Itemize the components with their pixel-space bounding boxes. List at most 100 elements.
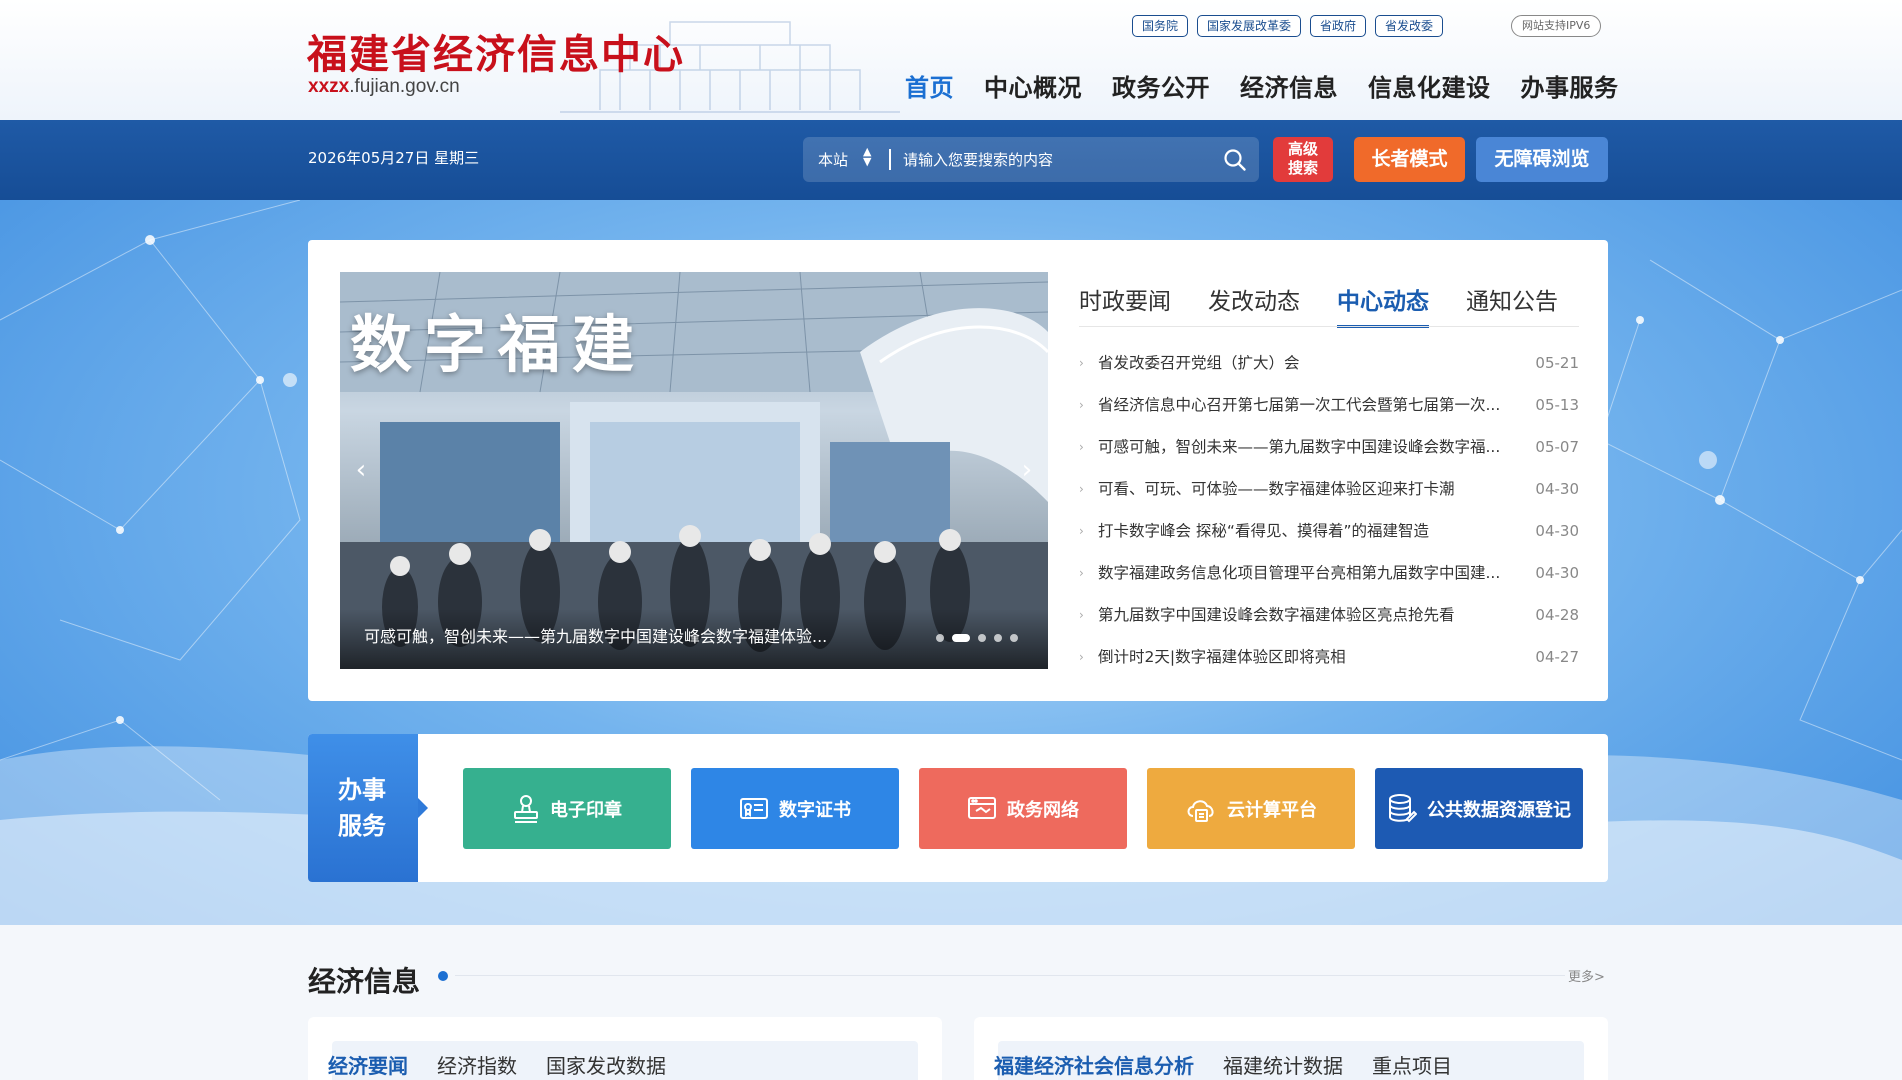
news-date: 04-30: [1535, 480, 1579, 498]
tab-econ-news[interactable]: 经济要闻: [328, 1050, 408, 1079]
nav-home[interactable]: 首页: [905, 68, 954, 103]
quicklink-state-council[interactable]: 国务院: [1132, 15, 1189, 37]
news-date: 04-28: [1535, 606, 1579, 624]
section-divider: [455, 975, 1565, 976]
carousel-dot[interactable]: [994, 634, 1002, 642]
tab-fujian-statistics[interactable]: 福建统计数据: [1223, 1050, 1343, 1079]
chevron-right-icon: ›: [1079, 650, 1084, 664]
news-card: 数字福建 ‹ › 可感可触，智创未来——第九届数字中国建设峰会数字福建体验...…: [308, 240, 1608, 701]
main-nav: 首页 中心概况 政务公开 经济信息 信息化建设 办事服务: [905, 68, 1619, 103]
e-seal-button[interactable]: 电子印章: [463, 768, 671, 849]
nav-services[interactable]: 办事服务: [1521, 68, 1619, 103]
site-domain: xxzx.fujian.gov.cn: [308, 76, 460, 98]
news-title[interactable]: 倒计时2天|数字福建体验区即将亮相: [1098, 636, 1516, 678]
news-title[interactable]: 可看、可玩、可体验——数字福建体验区迎来打卡潮: [1098, 468, 1516, 510]
news-item[interactable]: › 可感可触，智创未来——第九届数字中国建设峰会数字福... 05-07: [1079, 426, 1579, 468]
news-item[interactable]: › 倒计时2天|数字福建体验区即将亮相 04-27: [1079, 636, 1579, 678]
tab-politics-news[interactable]: 时政要闻: [1079, 282, 1171, 328]
quicklink-ndrc[interactable]: 国家发展改革委: [1197, 15, 1302, 37]
econ-right-tabs: 福建经济社会信息分析 福建统计数据 重点项目: [994, 1050, 1452, 1079]
news-title[interactable]: 第九届数字中国建设峰会数字福建体验区亮点抢先看: [1098, 594, 1516, 636]
chevron-right-icon: ›: [1079, 482, 1084, 496]
news-item[interactable]: › 打卡数字峰会 探秘“看得见、摸得着”的福建智造 04-30: [1079, 510, 1579, 552]
stamp-icon: [514, 794, 538, 823]
e-seal-label: 电子印章: [550, 799, 622, 821]
news-item[interactable]: › 第九届数字中国建设峰会数字福建体验区亮点抢先看 04-28: [1079, 594, 1579, 636]
search-icon[interactable]: [1223, 148, 1247, 172]
public-data-registration-button[interactable]: 公共数据资源登记: [1375, 768, 1583, 849]
carousel-dot[interactable]: [952, 634, 970, 642]
econ-card-left: 经济要闻 经济指数 国家发改数据: [308, 1017, 942, 1080]
tab-fujian-analysis[interactable]: 福建经济社会信息分析: [994, 1050, 1194, 1079]
carousel-caption[interactable]: 可感可触，智创未来——第九届数字中国建设峰会数字福建体验...: [364, 623, 924, 647]
banner-text: 数字福建: [350, 308, 647, 381]
advanced-search-line1: 高级: [1287, 140, 1318, 158]
lower-background: [0, 925, 1902, 1080]
chevron-right-icon: ›: [1079, 524, 1084, 538]
news-date: 04-30: [1535, 564, 1579, 582]
search-box: 本站 ▲ ▼: [803, 137, 1259, 182]
tab-center-news[interactable]: 中心动态: [1337, 282, 1429, 328]
carousel-dot[interactable]: [936, 634, 944, 642]
gov-network-button[interactable]: 政务网络: [919, 768, 1127, 849]
news-list: › 省发改委召开党组（扩大）会 05-21 › 省经济信息中心召开第七届第一次工代会暨第…: [1079, 342, 1579, 678]
chevron-right-icon: ›: [1079, 398, 1084, 412]
news-item[interactable]: › 省经济信息中心召开第七届第一次工代会暨第七届第一次... 05-13: [1079, 384, 1579, 426]
news-item[interactable]: › 可看、可玩、可体验——数字福建体验区迎来打卡潮 04-30: [1079, 468, 1579, 510]
news-title[interactable]: 可感可触，智创未来——第九届数字中国建设峰会数字福...: [1098, 426, 1516, 468]
advanced-search-button[interactable]: 高级 搜索: [1273, 137, 1333, 182]
carousel-next-icon[interactable]: ›: [1012, 455, 1042, 485]
search-divider: [889, 149, 891, 170]
news-date: 05-13: [1535, 396, 1579, 414]
top-quicklinks: 国务院 国家发展改革委 省政府 省发改委: [1132, 15, 1444, 37]
database-icon: [1389, 793, 1417, 822]
nav-center-overview[interactable]: 中心概况: [984, 68, 1082, 103]
news-title[interactable]: 打卡数字峰会 探秘“看得见、摸得着”的福建智造: [1098, 510, 1516, 552]
tab-econ-index[interactable]: 经济指数: [437, 1050, 517, 1079]
news-date: 05-21: [1535, 354, 1579, 372]
accessible-browse-button[interactable]: 无障碍浏览: [1476, 137, 1608, 182]
more-link[interactable]: 更多>: [1568, 966, 1605, 985]
digital-certificate-label: 数字证书: [779, 799, 851, 821]
news-title[interactable]: 数字福建政务信息化项目管理平台亮相第九届数字中国建...: [1098, 552, 1516, 594]
chevron-right-icon: ›: [1079, 440, 1084, 454]
domain-prefix: xxzx: [308, 76, 350, 97]
nav-informatization[interactable]: 信息化建设: [1368, 68, 1491, 103]
cloud-icon: [1187, 799, 1214, 822]
tab-drc-news[interactable]: 发改动态: [1208, 282, 1300, 328]
carousel-dot[interactable]: [978, 634, 986, 642]
certificate-icon: [740, 797, 768, 819]
news-date: 05-07: [1535, 438, 1579, 456]
elder-mode-button[interactable]: 长者模式: [1354, 137, 1465, 182]
news-date: 04-27: [1535, 648, 1579, 666]
news-title[interactable]: 省经济信息中心召开第七届第一次工代会暨第七届第一次...: [1098, 384, 1516, 426]
public-data-registration-label: 公共数据资源登记: [1427, 799, 1571, 821]
quicklink-provincial-drc[interactable]: 省发改委: [1375, 15, 1444, 37]
chevron-right-icon: ›: [1079, 608, 1084, 622]
image-carousel[interactable]: 数字福建 ‹ › 可感可触，智创未来——第九届数字中国建设峰会数字福建体验...: [340, 272, 1048, 669]
news-item[interactable]: › 数字福建政务信息化项目管理平台亮相第九届数字中国建... 04-30: [1079, 552, 1579, 594]
advanced-search-line2: 搜索: [1287, 159, 1318, 177]
search-input[interactable]: [903, 145, 1203, 174]
carousel-prev-icon[interactable]: ‹: [346, 455, 376, 485]
service-bar: 办事 服务 电子印章 数字证书 政务网络 云计算平台 公共数据资源登记: [308, 734, 1608, 882]
news-item[interactable]: › 省发改委召开党组（扩大）会 05-21: [1079, 342, 1579, 384]
cloud-platform-label: 云计算平台: [1227, 799, 1317, 821]
nav-economic-info[interactable]: 经济信息: [1240, 68, 1338, 103]
search-scope-select[interactable]: 本站: [818, 149, 848, 170]
quicklink-provincial-gov[interactable]: 省政府: [1310, 15, 1367, 37]
current-date: 2026年05月27日 星期三: [308, 149, 480, 167]
sort-arrows-icon[interactable]: ▲ ▼: [863, 146, 871, 167]
news-title[interactable]: 省发改委召开党组（扩大）会: [1098, 342, 1516, 384]
nav-gov-affairs[interactable]: 政务公开: [1112, 68, 1210, 103]
tab-national-drc-data[interactable]: 国家发改数据: [546, 1050, 666, 1079]
chevron-right-icon: ›: [1079, 356, 1084, 370]
tab-key-projects[interactable]: 重点项目: [1372, 1050, 1452, 1079]
domain-suffix: .fujian.gov.cn: [349, 76, 460, 97]
digital-certificate-button[interactable]: 数字证书: [691, 768, 899, 849]
carousel-dot[interactable]: [1010, 634, 1018, 642]
site-logo-title[interactable]: 福建省经济信息中心: [307, 22, 685, 80]
cloud-platform-button[interactable]: 云计算平台: [1147, 768, 1355, 849]
econ-left-tabs: 经济要闻 经济指数 国家发改数据: [328, 1050, 666, 1079]
tab-notices[interactable]: 通知公告: [1466, 282, 1558, 328]
